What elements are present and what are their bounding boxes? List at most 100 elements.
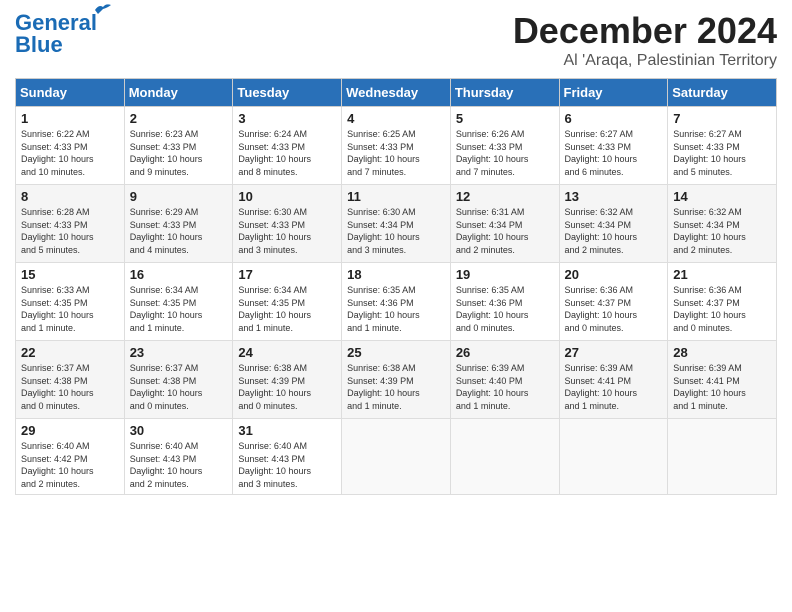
day-number: 11	[347, 189, 445, 204]
day-details: Sunrise: 6:29 AM Sunset: 4:33 PM Dayligh…	[130, 206, 228, 256]
day-details: Sunrise: 6:32 AM Sunset: 4:34 PM Dayligh…	[565, 206, 663, 256]
day-details: Sunrise: 6:35 AM Sunset: 4:36 PM Dayligh…	[347, 284, 445, 334]
day-details: Sunrise: 6:23 AM Sunset: 4:33 PM Dayligh…	[130, 128, 228, 178]
calendar-cell: 31 Sunrise: 6:40 AM Sunset: 4:43 PM Dayli…	[233, 419, 342, 495]
col-header-monday: Monday	[124, 79, 233, 107]
calendar-cell: 30Sunrise: 6:40 AM Sunset: 4:43 PM Dayli…	[124, 419, 233, 495]
page-header: General Blue December 2024 Al 'Araqa, Pa…	[15, 10, 777, 70]
day-number: 20	[565, 267, 663, 282]
calendar-cell: 15 Sunrise: 6:33 AM Sunset: 4:35 PM Dayli…	[16, 263, 125, 341]
day-details: Sunrise: 6:27 AM Sunset: 4:33 PM Dayligh…	[565, 128, 663, 178]
calendar-cell: 9Sunrise: 6:29 AM Sunset: 4:33 PM Daylig…	[124, 185, 233, 263]
calendar-cell: 6 Sunrise: 6:27 AM Sunset: 4:33 PM Daylig…	[559, 107, 668, 185]
logo: General Blue	[15, 10, 97, 58]
day-number: 15	[21, 267, 119, 282]
col-header-friday: Friday	[559, 79, 668, 107]
day-number: 5	[456, 111, 554, 126]
calendar-cell: 22 Sunrise: 6:37 AM Sunset: 4:38 PM Dayli…	[16, 341, 125, 419]
day-number: 17	[238, 267, 336, 282]
day-number: 25	[347, 345, 445, 360]
calendar-cell: 7 Sunrise: 6:27 AM Sunset: 4:33 PM Daylig…	[668, 107, 777, 185]
day-details: Sunrise: 6:39 AM Sunset: 4:40 PM Dayligh…	[456, 362, 554, 412]
day-details: Sunrise: 6:22 AM Sunset: 4:33 PM Dayligh…	[21, 128, 119, 178]
day-details: Sunrise: 6:32 AM Sunset: 4:34 PM Dayligh…	[673, 206, 771, 256]
calendar-cell: 19 Sunrise: 6:35 AM Sunset: 4:36 PM Dayli…	[450, 263, 559, 341]
calendar-cell	[559, 419, 668, 495]
day-details: Sunrise: 6:30 AM Sunset: 4:33 PM Dayligh…	[238, 206, 336, 256]
calendar-cell	[668, 419, 777, 495]
calendar-cell: 2Sunrise: 6:23 AM Sunset: 4:33 PM Daylig…	[124, 107, 233, 185]
day-number: 28	[673, 345, 771, 360]
day-details: Sunrise: 6:25 AM Sunset: 4:33 PM Dayligh…	[347, 128, 445, 178]
day-details: Sunrise: 6:40 AM Sunset: 4:43 PM Dayligh…	[130, 440, 228, 490]
day-details: Sunrise: 6:37 AM Sunset: 4:38 PM Dayligh…	[21, 362, 119, 412]
calendar-cell: 16Sunrise: 6:34 AM Sunset: 4:35 PM Dayli…	[124, 263, 233, 341]
day-details: Sunrise: 6:30 AM Sunset: 4:34 PM Dayligh…	[347, 206, 445, 256]
day-number: 31	[238, 423, 336, 438]
logo-general: General	[15, 10, 97, 35]
calendar-cell: 17 Sunrise: 6:34 AM Sunset: 4:35 PM Dayli…	[233, 263, 342, 341]
day-number: 23	[130, 345, 228, 360]
day-number: 7	[673, 111, 771, 126]
day-number: 13	[565, 189, 663, 204]
col-header-sunday: Sunday	[16, 79, 125, 107]
calendar-table: SundayMondayTuesdayWednesdayThursdayFrid…	[15, 78, 777, 495]
calendar-cell: 25 Sunrise: 6:38 AM Sunset: 4:39 PM Dayli…	[342, 341, 451, 419]
day-number: 4	[347, 111, 445, 126]
day-number: 21	[673, 267, 771, 282]
calendar-cell: 13 Sunrise: 6:32 AM Sunset: 4:34 PM Dayli…	[559, 185, 668, 263]
logo-bird-icon	[93, 2, 111, 16]
day-number: 18	[347, 267, 445, 282]
col-header-saturday: Saturday	[668, 79, 777, 107]
calendar-cell: 11 Sunrise: 6:30 AM Sunset: 4:34 PM Dayli…	[342, 185, 451, 263]
calendar-cell: 18 Sunrise: 6:35 AM Sunset: 4:36 PM Dayli…	[342, 263, 451, 341]
calendar-cell: 4 Sunrise: 6:25 AM Sunset: 4:33 PM Daylig…	[342, 107, 451, 185]
calendar-cell: 29 Sunrise: 6:40 AM Sunset: 4:42 PM Dayli…	[16, 419, 125, 495]
day-number: 26	[456, 345, 554, 360]
calendar-cell: 20 Sunrise: 6:36 AM Sunset: 4:37 PM Dayli…	[559, 263, 668, 341]
calendar-cell: 8 Sunrise: 6:28 AM Sunset: 4:33 PM Daylig…	[16, 185, 125, 263]
day-number: 6	[565, 111, 663, 126]
calendar-cell: 10Sunrise: 6:30 AM Sunset: 4:33 PM Dayli…	[233, 185, 342, 263]
location-title: Al 'Araqa, Palestinian Territory	[513, 52, 777, 70]
day-number: 12	[456, 189, 554, 204]
calendar-cell	[450, 419, 559, 495]
calendar-cell: 27 Sunrise: 6:39 AM Sunset: 4:41 PM Dayli…	[559, 341, 668, 419]
day-details: Sunrise: 6:31 AM Sunset: 4:34 PM Dayligh…	[456, 206, 554, 256]
day-details: Sunrise: 6:27 AM Sunset: 4:33 PM Dayligh…	[673, 128, 771, 178]
day-number: 1	[21, 111, 119, 126]
day-details: Sunrise: 6:26 AM Sunset: 4:33 PM Dayligh…	[456, 128, 554, 178]
day-details: Sunrise: 6:39 AM Sunset: 4:41 PM Dayligh…	[673, 362, 771, 412]
calendar-cell: 1 Sunrise: 6:22 AM Sunset: 4:33 PM Daylig…	[16, 107, 125, 185]
day-number: 29	[21, 423, 119, 438]
day-details: Sunrise: 6:33 AM Sunset: 4:35 PM Dayligh…	[21, 284, 119, 334]
day-number: 19	[456, 267, 554, 282]
calendar-cell: 28 Sunrise: 6:39 AM Sunset: 4:41 PM Dayli…	[668, 341, 777, 419]
col-header-wednesday: Wednesday	[342, 79, 451, 107]
day-number: 24	[238, 345, 336, 360]
day-details: Sunrise: 6:34 AM Sunset: 4:35 PM Dayligh…	[130, 284, 228, 334]
col-header-tuesday: Tuesday	[233, 79, 342, 107]
day-details: Sunrise: 6:39 AM Sunset: 4:41 PM Dayligh…	[565, 362, 663, 412]
calendar-cell: 12 Sunrise: 6:31 AM Sunset: 4:34 PM Dayli…	[450, 185, 559, 263]
day-details: Sunrise: 6:28 AM Sunset: 4:33 PM Dayligh…	[21, 206, 119, 256]
day-details: Sunrise: 6:38 AM Sunset: 4:39 PM Dayligh…	[238, 362, 336, 412]
day-details: Sunrise: 6:35 AM Sunset: 4:36 PM Dayligh…	[456, 284, 554, 334]
month-title: December 2024	[513, 10, 777, 52]
day-details: Sunrise: 6:34 AM Sunset: 4:35 PM Dayligh…	[238, 284, 336, 334]
day-details: Sunrise: 6:40 AM Sunset: 4:43 PM Dayligh…	[238, 440, 336, 490]
day-number: 27	[565, 345, 663, 360]
calendar-cell: 14 Sunrise: 6:32 AM Sunset: 4:34 PM Dayli…	[668, 185, 777, 263]
day-number: 8	[21, 189, 119, 204]
day-details: Sunrise: 6:37 AM Sunset: 4:38 PM Dayligh…	[130, 362, 228, 412]
title-area: December 2024 Al 'Araqa, Palestinian Ter…	[513, 10, 777, 70]
col-header-thursday: Thursday	[450, 79, 559, 107]
day-details: Sunrise: 6:36 AM Sunset: 4:37 PM Dayligh…	[673, 284, 771, 334]
day-details: Sunrise: 6:38 AM Sunset: 4:39 PM Dayligh…	[347, 362, 445, 412]
day-number: 22	[21, 345, 119, 360]
calendar-cell: 24 Sunrise: 6:38 AM Sunset: 4:39 PM Dayli…	[233, 341, 342, 419]
day-number: 14	[673, 189, 771, 204]
day-details: Sunrise: 6:36 AM Sunset: 4:37 PM Dayligh…	[565, 284, 663, 334]
day-details: Sunrise: 6:40 AM Sunset: 4:42 PM Dayligh…	[21, 440, 119, 490]
calendar-cell: 23 Sunrise: 6:37 AM Sunset: 4:38 PM Dayli…	[124, 341, 233, 419]
